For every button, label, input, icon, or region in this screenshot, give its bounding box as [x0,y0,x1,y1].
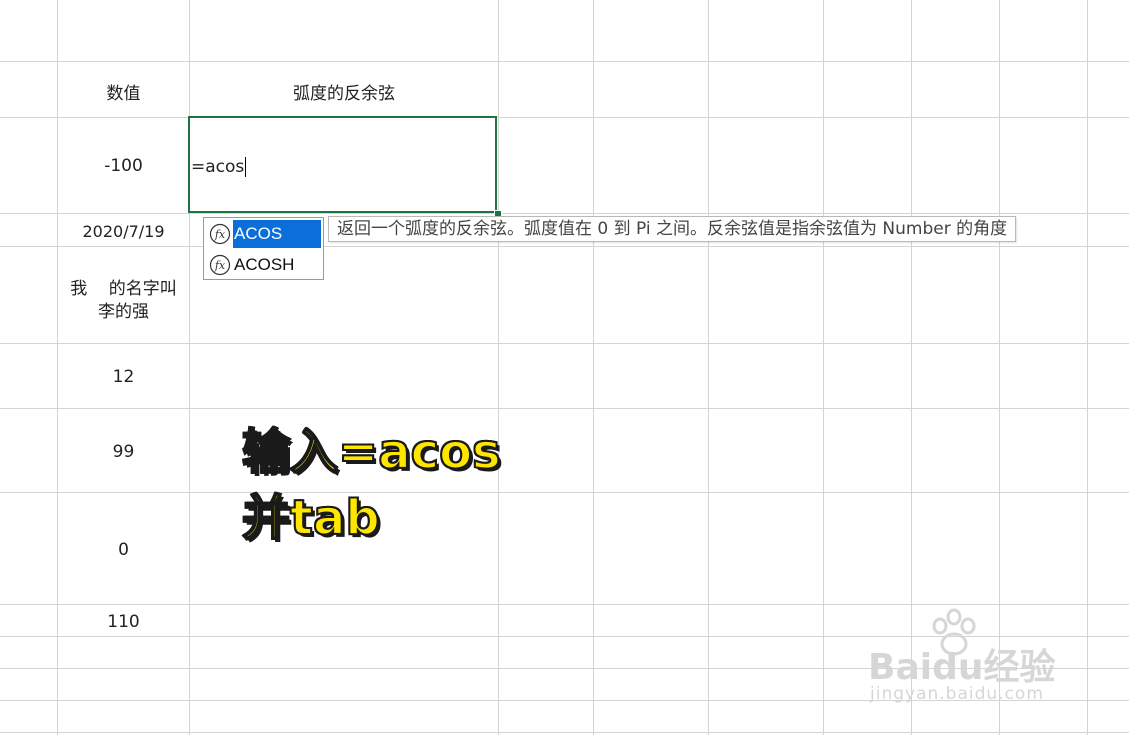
autocomplete-item-label: ACOS [233,219,321,248]
cell-a-value[interactable]: 99 [58,442,189,462]
cell-a-value[interactable]: 李的强 [58,297,189,322]
text-caret [245,157,247,177]
formula-text: =acos [191,157,245,177]
autocomplete-item-label: ACOSH [234,254,295,274]
cell-a-value[interactable]: 我 的名字叫 [58,274,189,299]
cell-a-value[interactable]: 0 [58,540,189,560]
watermark-url: jingyan.baidu.com [870,684,1044,704]
cell-a-value[interactable]: 110 [58,612,189,632]
cell-a-header[interactable]: 数值 [58,79,189,104]
baidu-watermark: Baidu经验 jingyan.baidu.com [868,608,1068,708]
watermark-brand: Baidu经验 [868,647,1056,688]
cell-a-value[interactable]: 12 [58,367,189,387]
autocomplete-item-acos[interactable]: fx ACOS [206,219,321,248]
svg-text:fx: fx [214,228,226,241]
cell-a-value[interactable]: 2020/7/19 [58,222,189,241]
autocomplete-item-acosh[interactable]: fx ACOSH [206,250,321,279]
function-fx-icon: fx [209,254,231,276]
function-fx-icon: fx [209,223,231,245]
function-autocomplete-list[interactable]: fx ACOS fx ACOSH [203,217,324,280]
function-tooltip: 返回一个弧度的反余弦。弧度值在 0 到 Pi 之间。反余弦值是指余弦值为 Num… [328,216,1017,242]
cell-b-header[interactable]: 弧度的反余弦 [190,79,498,104]
svg-text:fx: fx [214,259,226,272]
formula-input[interactable]: =acos [191,157,247,177]
instruction-overlay-line1: 输入=acos [241,423,502,481]
cell-a-value[interactable]: -100 [58,156,189,176]
instruction-overlay-line2: 并tab [241,489,381,547]
